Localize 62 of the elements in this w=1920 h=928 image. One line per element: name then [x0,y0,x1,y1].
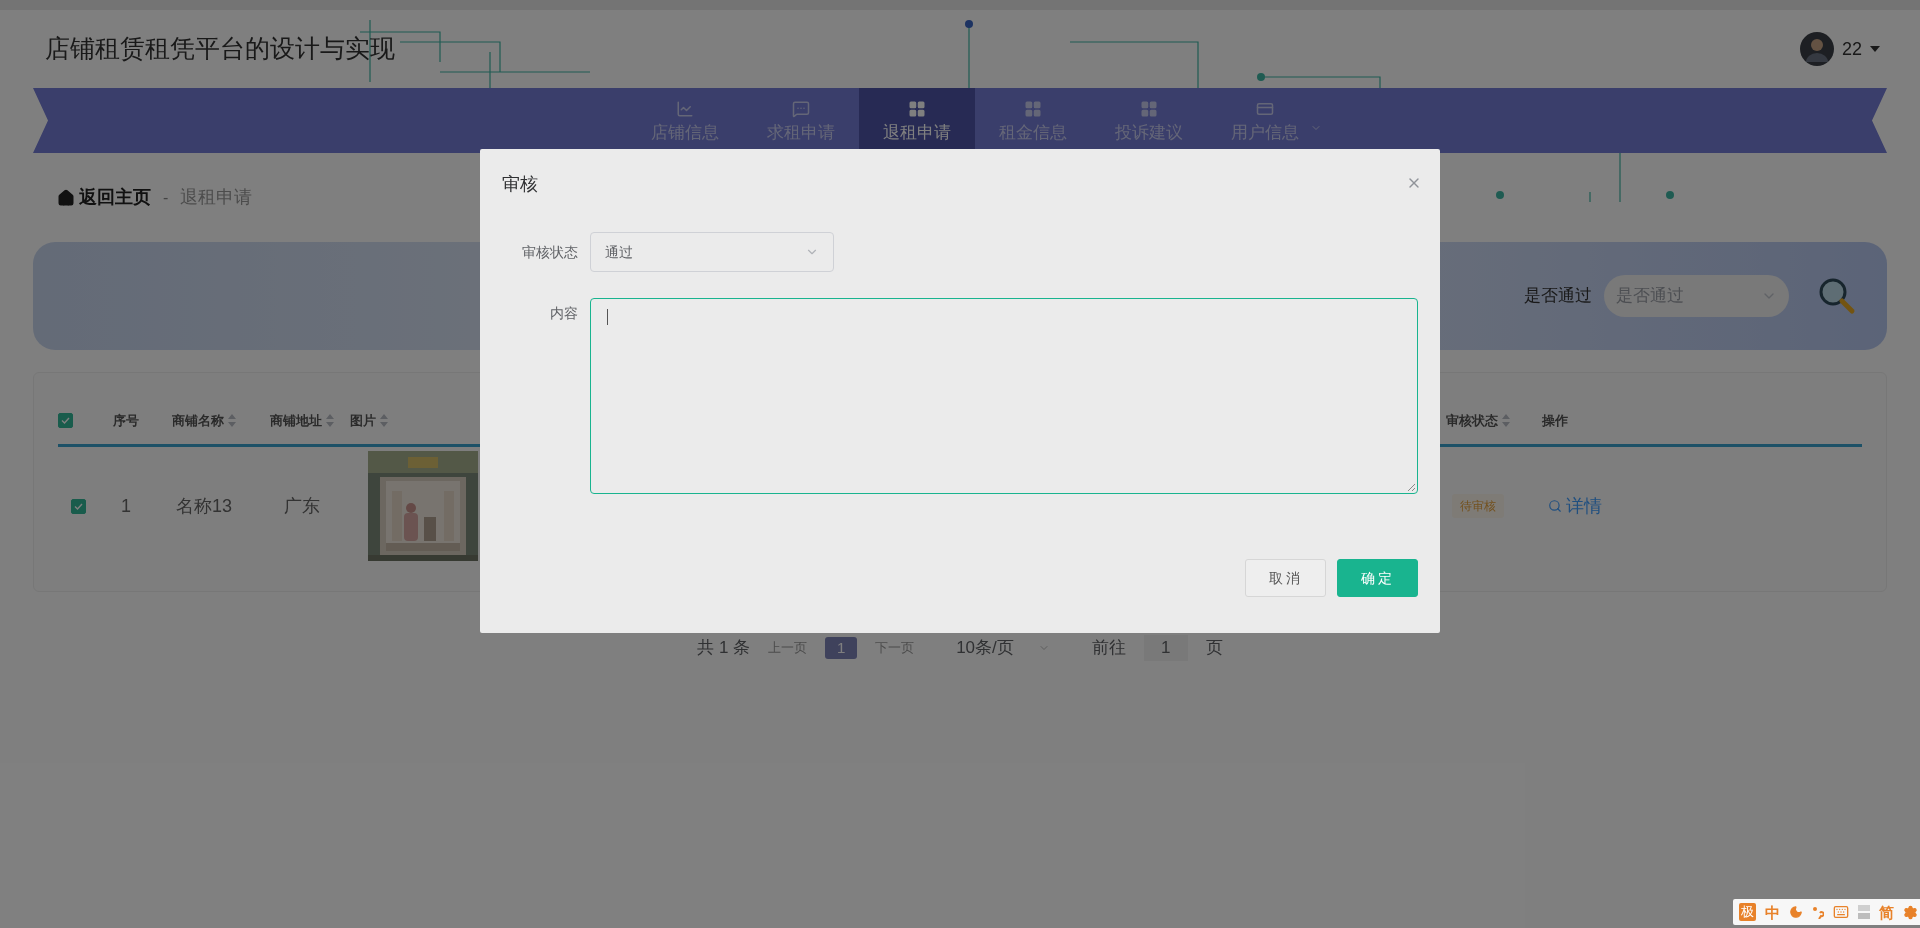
column-header[interactable]: 商铺地址 [254,410,350,431]
column-header[interactable]: 序号 [98,410,154,431]
confirm-button[interactable]: 确定 [1337,559,1418,597]
column-title: 图片 [350,411,376,430]
avatar[interactable] [1799,32,1834,66]
ime-mode-badge[interactable]: 极 [1739,903,1756,921]
sort-icon[interactable] [1502,414,1510,427]
column-header[interactable]: 操作 [1542,410,1862,431]
settings-icon[interactable] [1903,904,1918,920]
search-icon [1548,499,1562,513]
goto-label: 前往 [1091,637,1126,660]
chat-icon [792,100,810,118]
grid-icon [908,100,926,118]
check-icon [73,502,83,510]
breadcrumb-separator: - [163,187,169,208]
filter-label: 是否通过 [1524,285,1592,308]
column-title: 商铺地址 [270,411,322,430]
column-header[interactable]: 商铺名称 [154,410,254,431]
column-title: 操作 [1542,411,1568,430]
page-unit: 页 [1205,637,1223,660]
sort-icon[interactable] [228,414,236,427]
table-cell-text: 广东 [283,494,321,518]
cancel-button[interactable]: 取消 [1245,559,1326,597]
caret-icon[interactable] [1870,46,1880,52]
column-header[interactable]: 审核状态 [1446,410,1542,431]
column-title: 序号 [113,411,139,430]
punctuation-icon[interactable] [1812,905,1824,919]
table-cell-text: 1 [120,494,132,518]
page-button[interactable]: 1 [825,637,858,659]
home-icon [57,188,75,207]
ime-toggle[interactable]: 简 [1879,904,1894,920]
resize-handle-icon[interactable] [1407,483,1415,491]
keyboard-icon[interactable] [1833,904,1849,920]
checkbox[interactable] [58,413,73,428]
detail-link[interactable]: 详情 [1548,492,1602,520]
home-link[interactable]: 返回主页 [57,184,151,211]
checkbox[interactable] [70,498,86,514]
chart-icon [676,100,694,118]
page-size-select[interactable]: 10条/页 [956,635,1050,661]
card-icon [1256,100,1274,118]
ime-toggle[interactable]: 中 [1765,904,1780,920]
page-input[interactable]: 1 [1143,635,1188,661]
dialog-title: 审核 [502,173,538,196]
sort-icon[interactable] [326,414,334,427]
field-label: 内容 [549,304,578,323]
grid-icon [1024,100,1042,118]
table-cell-text: 名称13 [175,494,233,518]
check-icon [61,417,70,424]
status-select[interactable]: 通过 [590,232,834,272]
grid-icon [1140,100,1158,118]
status-tag: 待审核 [1452,494,1504,518]
column-title: 商铺名称 [172,411,224,430]
text-cursor [607,309,608,325]
user-name[interactable]: 22 [1841,35,1862,63]
column-header[interactable]: 图片 [350,410,496,431]
total-count: 共 1 条 [697,637,751,660]
moon-icon[interactable] [1789,905,1803,919]
search-icon[interactable] [1817,276,1857,316]
site-title: 店铺租赁租凭平台的设计与实现 [45,33,395,65]
sort-icon[interactable] [380,414,388,427]
column-title: 审核状态 [1446,411,1498,430]
field-label: 审核状态 [521,243,578,262]
